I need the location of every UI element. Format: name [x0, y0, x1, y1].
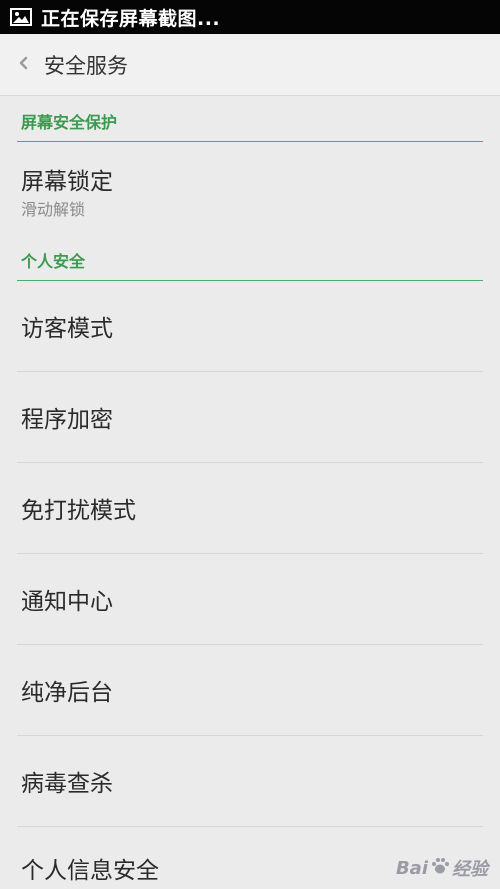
list-item-app-encryption[interactable]: 程序加密: [17, 372, 483, 463]
list-item-clean-background[interactable]: 纯净后台: [17, 645, 483, 736]
list-item-title: 免打扰模式: [21, 498, 136, 524]
list-item-title: 个人信息安全: [21, 858, 159, 884]
list-item-title: 屏幕锁定: [21, 169, 113, 195]
list-item-title: 纯净后台: [21, 680, 113, 706]
image-icon: [10, 8, 32, 26]
list-item-title: 访客模式: [21, 316, 113, 342]
chevron-left-icon: [17, 55, 29, 75]
list-item-do-not-disturb[interactable]: 免打扰模式: [17, 463, 483, 554]
section-header-personal-security: 个人安全: [17, 245, 483, 281]
baidu-watermark: Bai 经验: [396, 855, 488, 881]
list-item-virus-scan[interactable]: 病毒查杀: [17, 736, 483, 827]
watermark-logo: Bai: [395, 857, 428, 879]
paw-icon: [430, 856, 450, 881]
watermark-suffix: 经验: [452, 859, 488, 880]
list-item-title: 病毒查杀: [21, 771, 113, 797]
section-header-screen-protection: 屏幕安全保护: [17, 106, 483, 142]
list-item-subtitle: 滑动解锁: [21, 200, 86, 219]
list-item-notification-center[interactable]: 通知中心: [17, 554, 483, 645]
list-item-title: 程序加密: [21, 407, 113, 433]
list-item-guest-mode[interactable]: 访客模式: [17, 281, 483, 372]
status-bar: 正在保存屏幕截图...: [0, 0, 500, 34]
app-header: 安全服务: [0, 34, 500, 96]
list-item-screen-lock[interactable]: 屏幕锁定 滑动解锁: [17, 142, 483, 245]
page-title: 安全服务: [44, 53, 128, 78]
status-notification-text: 正在保存屏幕截图...: [41, 7, 221, 30]
list-item-title: 通知中心: [21, 589, 113, 615]
back-button[interactable]: [4, 34, 42, 96]
